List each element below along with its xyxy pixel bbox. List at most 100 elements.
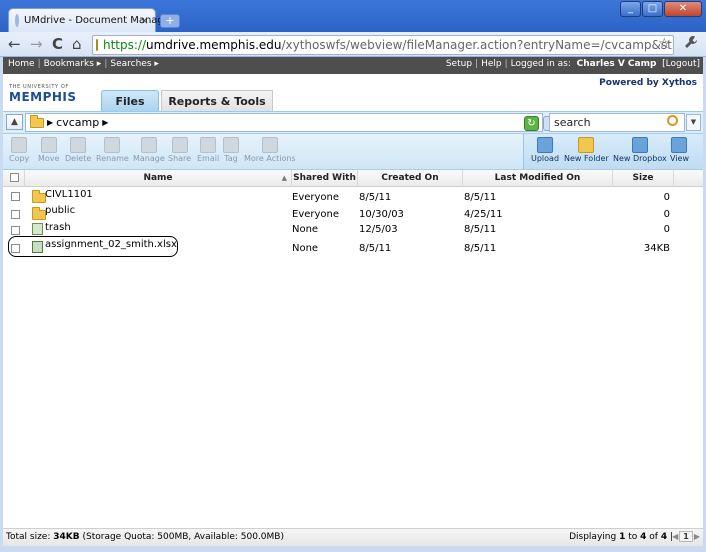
new-folder-button[interactable]: New Folder: [564, 137, 609, 163]
rename-icon: [104, 137, 121, 153]
shared-with: None: [292, 243, 319, 254]
row-checkbox[interactable]: [11, 210, 20, 219]
refresh-icon[interactable]: ↻: [524, 116, 539, 131]
university-logo: MEMPHIS: [9, 90, 77, 104]
displaying-label: Displaying: [569, 532, 617, 542]
setup-link[interactable]: Setup: [446, 59, 472, 69]
column-header-name[interactable]: Name ▲: [25, 170, 292, 187]
range-end: 4: [640, 532, 647, 542]
file-name[interactable]: CIVL1101: [45, 189, 93, 200]
more-actions-button[interactable]: More Actions: [244, 137, 296, 163]
rename-button[interactable]: Rename: [96, 137, 129, 163]
select-all-header: [3, 170, 25, 187]
home-link[interactable]: Home: [8, 59, 35, 69]
current-page[interactable]: 1: [679, 531, 693, 542]
shared-with: None: [292, 224, 319, 235]
tab-reports-tools[interactable]: Reports & Tools: [161, 90, 273, 112]
storage-quota: (Storage Quota: 500MB, Available: 500.0M…: [82, 532, 284, 542]
move-button[interactable]: Move: [38, 137, 59, 163]
column-header-shared-with[interactable]: Shared With: [292, 170, 358, 187]
search-options-dropdown[interactable]: ▼: [686, 114, 701, 131]
delete-button[interactable]: Delete: [65, 137, 91, 163]
logout-link[interactable]: [Logout]: [662, 59, 700, 69]
next-page-icon[interactable]: ▶: [694, 532, 700, 541]
row-checkbox[interactable]: [11, 226, 20, 235]
column-header-size[interactable]: Size: [613, 170, 674, 187]
help-link[interactable]: Help: [481, 59, 502, 69]
logged-in-label: Logged in as:: [510, 59, 571, 69]
email-icon: [200, 137, 217, 153]
tab-close-icon[interactable]: ×: [140, 14, 149, 27]
home-icon[interactable]: ⌂: [72, 36, 82, 52]
more-actions-icon: [261, 137, 278, 153]
range-of: of: [649, 532, 658, 542]
file-size: 0: [663, 209, 670, 220]
address-bar[interactable]: https:// umdrive.memphis.edu /xythoswfs/…: [92, 35, 674, 55]
view-button[interactable]: View: [670, 137, 689, 163]
upload-button[interactable]: Upload: [531, 137, 559, 163]
close-window-button[interactable]: ✕: [664, 1, 702, 17]
pager: ◀ 1 ▶: [672, 531, 700, 542]
wrench-icon[interactable]: [684, 35, 698, 53]
column-header-last-modified[interactable]: Last Modified On: [463, 170, 613, 187]
file-name[interactable]: trash: [45, 222, 71, 233]
range-to: to: [628, 532, 638, 542]
bookmarks-menu[interactable]: Bookmarks: [44, 59, 94, 69]
move-icon: [40, 137, 57, 153]
sort-indicator-icon: ▲: [281, 174, 287, 182]
select-all-checkbox[interactable]: [10, 173, 19, 182]
path-breadcrumb[interactable]: ▶ cvcamp ▶ ↻: [25, 113, 559, 132]
browser-tab[interactable]: UMdrive - Document Manager ×: [8, 8, 174, 32]
file-toolbar: Copy Move Delete Rename Manage Share Ema…: [3, 134, 703, 170]
searches-arrow-icon: ▸: [154, 59, 159, 69]
up-folder-button[interactable]: ▲: [6, 114, 23, 130]
tab-files[interactable]: Files: [101, 90, 159, 112]
bookmark-star-icon[interactable]: ☆: [658, 36, 671, 52]
browser-navbar: ← → C ⌂ https:// umdrive.memphis.edu /xy…: [0, 32, 706, 57]
trash-icon: [32, 223, 43, 235]
row-checkbox[interactable]: [11, 192, 20, 201]
path-segment[interactable]: cvcamp: [56, 116, 99, 129]
delete-icon: [70, 137, 87, 153]
table-header: Name ▲ Shared With Created On Last Modifi…: [3, 170, 703, 187]
created-on: 10/30/03: [359, 209, 404, 220]
search-icon[interactable]: [667, 115, 678, 126]
minimize-button[interactable]: _: [620, 1, 641, 17]
table-row[interactable]: public Everyone 10/30/03 4/25/11 0: [3, 204, 703, 220]
share-button[interactable]: Share: [168, 137, 191, 163]
forward-icon[interactable]: →: [30, 36, 43, 52]
tag-button[interactable]: Tag: [223, 137, 239, 163]
last-modified: 4/25/11: [464, 209, 503, 220]
tab-title: UMdrive - Document Manager: [24, 15, 175, 26]
created-on: 12/5/03: [359, 224, 398, 235]
back-icon[interactable]: ←: [8, 36, 21, 52]
column-header-created-on[interactable]: Created On: [358, 170, 463, 187]
new-tab-button[interactable]: +: [160, 14, 180, 28]
file-size: 0: [663, 224, 670, 235]
manage-button[interactable]: Manage: [133, 137, 165, 163]
window-controls: _ □ ✕: [620, 1, 702, 17]
reload-icon[interactable]: C: [52, 36, 63, 52]
new-dropbox-button[interactable]: New Dropbox: [613, 137, 667, 163]
path-bar: ▲ ▶ cvcamp ▶ ↻ search ▼: [3, 112, 703, 134]
table-row[interactable]: trash None 12/5/03 8/5/11 0: [3, 221, 703, 237]
toolbar-right-panel: Upload New Folder New Dropbox View: [523, 134, 703, 169]
searches-menu[interactable]: Searches: [110, 59, 151, 69]
file-size: 34KB: [643, 243, 670, 254]
browser-titlebar: UMdrive - Document Manager × + _ □ ✕: [0, 0, 706, 32]
total-size-label: Total size:: [6, 532, 51, 542]
maximize-button[interactable]: □: [642, 1, 663, 17]
table-row[interactable]: CIVL1101 Everyone 8/5/11 8/5/11 0: [3, 188, 703, 204]
copy-button[interactable]: Copy: [9, 137, 29, 163]
shared-with: Everyone: [292, 192, 340, 203]
last-modified: 8/5/11: [464, 243, 497, 254]
prev-page-icon[interactable]: ◀: [672, 532, 678, 541]
url-protocol: https://: [103, 38, 147, 52]
file-name[interactable]: public: [45, 205, 75, 216]
email-button[interactable]: Email: [197, 137, 219, 163]
site-favicon-icon: [15, 14, 19, 27]
copy-icon: [11, 137, 28, 153]
search-input[interactable]: search: [549, 113, 685, 132]
pagination-summary: Displaying 1 to 4 of 4 |: [569, 532, 673, 542]
window-bottom-edge: [0, 546, 706, 552]
